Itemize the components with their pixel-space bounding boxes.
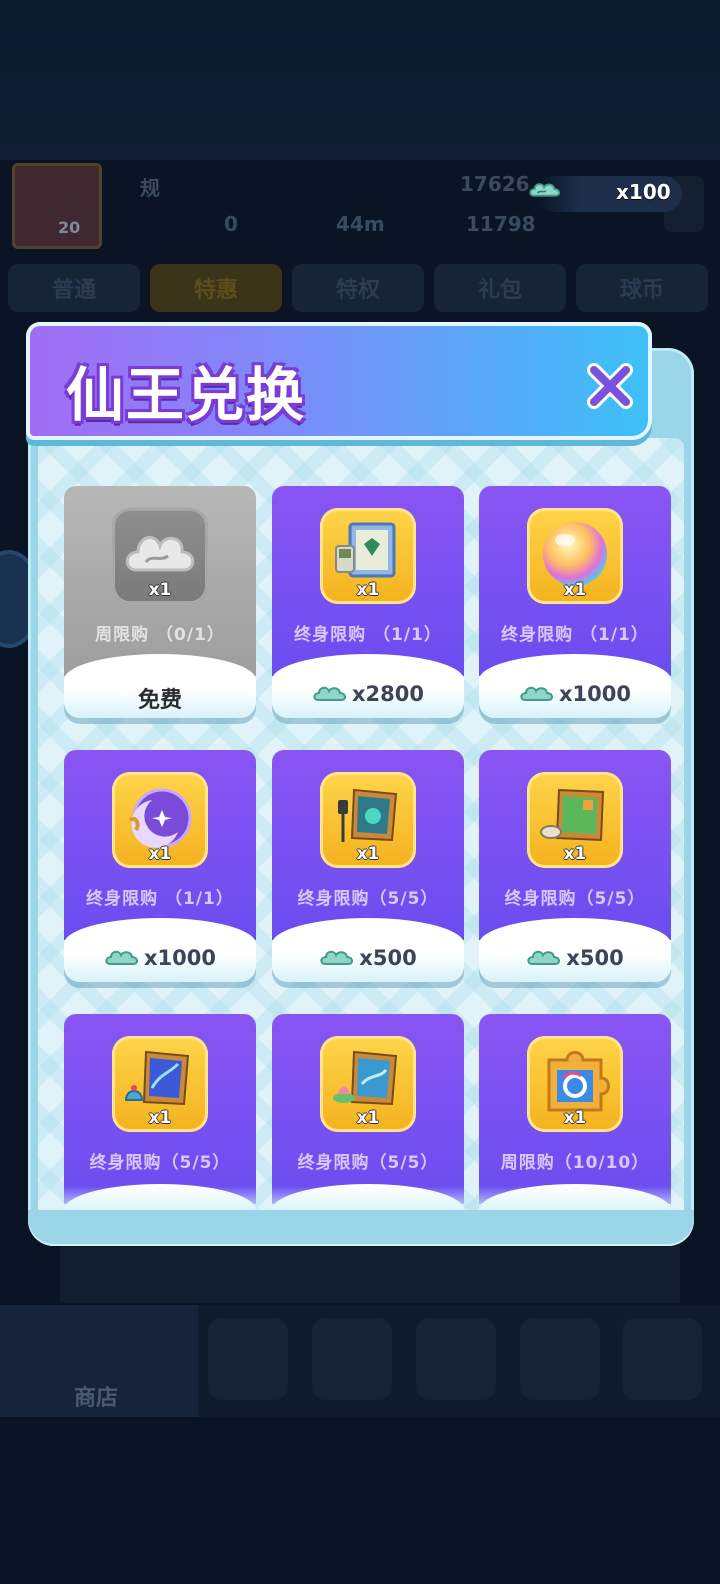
item-icon-frame: x1 — [527, 772, 623, 868]
close-button[interactable] — [582, 358, 638, 414]
shop-item-card[interactable]: x1 周限购 （0/1） 免费 — [64, 486, 256, 718]
distance-value: 44m — [336, 212, 385, 236]
item-icon-frame: x1 — [320, 508, 416, 604]
nav-item-battle — [312, 1318, 392, 1400]
item-quantity: x1 — [563, 1108, 587, 1128]
price-label: x500 — [272, 946, 464, 970]
cloud-currency-icon — [313, 686, 346, 701]
item-icon-frame: x1 — [527, 1036, 623, 1132]
avatar — [12, 163, 102, 249]
item-quantity: x1 — [356, 1108, 380, 1128]
tab-ball-coin: 球币 — [576, 264, 708, 312]
free-label: 免费 — [137, 688, 182, 713]
nav-shop-label: 商店 — [74, 1386, 119, 1411]
price-value: x500 — [566, 946, 624, 970]
tab-gift: 礼包 — [434, 264, 566, 312]
tab-privilege: 特权 — [292, 264, 424, 312]
item-quantity: x1 — [148, 844, 172, 864]
shop-item-card[interactable]: x1 终身限购 （1/1） x1000 — [479, 486, 671, 718]
purchase-limit: 终身限购（5/5） — [297, 889, 439, 909]
item-icon-frame: x1 — [320, 1036, 416, 1132]
shop-tabs: 普通 特惠 特权 礼包 球币 — [8, 264, 720, 314]
item-icon-frame: x1 — [112, 1036, 208, 1132]
item-icon-frame: x1 — [112, 508, 208, 604]
cloud-currency-icon — [320, 950, 354, 965]
trophy-count: 17626 — [460, 172, 530, 196]
shop-item-card[interactable]: x1 周限购（10/10） — [479, 1014, 671, 1210]
cloud-currency-icon — [105, 950, 138, 965]
cloud-currency-icon — [520, 686, 553, 701]
item-quantity: x1 — [563, 580, 587, 600]
close-icon — [587, 363, 633, 409]
item-icon-frame: x1 — [320, 772, 416, 868]
cloud-currency-icon — [529, 183, 561, 197]
price-label: 免费 — [64, 682, 256, 714]
purchase-limit: 终身限购 （1/1） — [501, 625, 649, 645]
purchase-limit: 终身限购（5/5） — [89, 1153, 231, 1173]
background-header — [0, 0, 720, 160]
purchase-limit: 终身限购 （1/1） — [294, 625, 442, 645]
shop-item-card[interactable]: x1 终身限购（5/5） — [272, 1014, 464, 1210]
shop-item-card[interactable]: x1 终身限购（5/5） x500 — [272, 750, 464, 982]
item-quantity: x1 — [356, 580, 380, 600]
shop-item-card[interactable]: x1 终身限购 （1/1） x2800 — [272, 486, 464, 718]
price-value: x500 — [359, 946, 417, 970]
modal-bottom-rim — [28, 1210, 694, 1246]
purchase-limit: 周限购 （0/1） — [95, 625, 225, 645]
item-quantity: x1 — [148, 580, 172, 600]
nav-item-chat — [622, 1318, 702, 1400]
shop-item-card[interactable]: x1 终身限购（5/5） x500 — [479, 750, 671, 982]
coin-count: 0 — [224, 212, 238, 236]
score-value: 11798 — [466, 212, 536, 236]
price-value: x1000 — [559, 682, 631, 706]
item-quantity: x1 — [148, 1108, 172, 1128]
shop-item-card[interactable]: x1 终身限购（5/5） — [64, 1014, 256, 1210]
price-label: x2800 — [272, 682, 464, 706]
tab-normal: 普通 — [8, 264, 140, 312]
item-icon-frame: x1 — [527, 508, 623, 604]
shop-item-card[interactable]: x1 终身限购 （1/1） x1000 — [64, 750, 256, 982]
background-item-strip — [60, 1245, 680, 1303]
purchase-limit: 周限购（10/10） — [500, 1153, 650, 1173]
cloud-currency-icon — [527, 950, 561, 965]
item-quantity: x1 — [356, 844, 380, 864]
currency-count: x100 — [616, 180, 671, 204]
nav-item-helmet — [208, 1318, 288, 1400]
nav-item-whistle — [416, 1318, 496, 1400]
price-label: x500 — [479, 946, 671, 970]
nav-item-planet — [520, 1318, 600, 1400]
purchase-limit: 终身限购（5/5） — [504, 889, 646, 909]
modal-title: 仙王兑换 — [66, 361, 307, 429]
tab-special: 特惠 — [150, 264, 282, 312]
item-icon-frame: x1 — [112, 772, 208, 868]
price-label: x1000 — [64, 946, 256, 970]
price-value: x2800 — [352, 682, 424, 706]
price-value: x1000 — [144, 946, 216, 970]
purchase-limit: 终身限购（5/5） — [297, 1153, 439, 1173]
profile-name: 规 — [140, 176, 160, 200]
item-quantity: x1 — [563, 844, 587, 864]
price-label: x1000 — [479, 682, 671, 706]
purchase-limit: 终身限购 （1/1） — [86, 889, 234, 909]
profile-level: 20 — [58, 218, 81, 237]
